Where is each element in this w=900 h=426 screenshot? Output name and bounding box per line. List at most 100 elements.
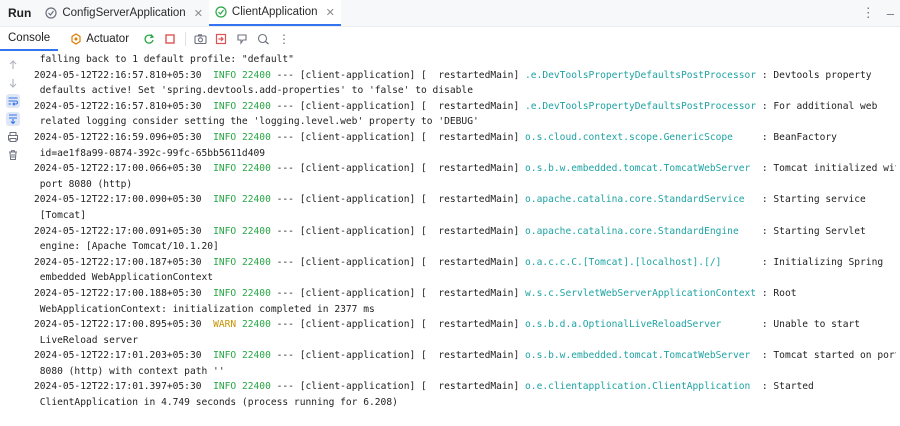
tab-console[interactable]: Console: [0, 27, 59, 51]
minimize-icon[interactable]: –: [887, 6, 894, 21]
log-message: : Started: [756, 381, 814, 393]
tab-label: ConfigServerApplication: [62, 7, 186, 19]
more-options-icon[interactable]: ⋮: [862, 5, 875, 21]
log-level: INFO: [213, 163, 237, 175]
log-pid: 22400: [241, 163, 271, 175]
log-logger: o.apache.catalina.core.StandardService: [525, 194, 757, 206]
log-timestamp: 2024-05-12T22:17:00.188+05:30: [34, 287, 202, 299]
log-pid: 22400: [241, 194, 271, 206]
log-continuation-text: engine: [Apache Tomcat/10.1.20]: [34, 241, 219, 253]
log-pid: 22400: [241, 100, 271, 112]
log-continuation-text: embedded WebApplicationContext: [34, 272, 214, 284]
log-line: engine: [Apache Tomcat/10.1.20]: [34, 239, 896, 255]
log-timestamp: 2024-05-12T22:16:57.810+05:30: [34, 69, 202, 81]
log-continuation-text: falling back to 1 default profile: "defa…: [34, 54, 294, 65]
log-timestamp: 2024-05-12T22:17:00.066+05:30: [34, 163, 202, 175]
run-label: Run: [8, 6, 32, 20]
log-level: INFO: [213, 194, 237, 206]
log-continuation-text: WebApplicationContext: initialization co…: [34, 303, 375, 315]
log-pid: 22400: [241, 319, 271, 331]
log-thread: --- [client-application] [ restartedMain…: [270, 69, 526, 81]
log-logger: o.s.b.d.a.OptionalLiveReloadServer: [525, 319, 757, 331]
log-message: : Starting Servlet: [756, 225, 866, 237]
rerun-icon[interactable]: [142, 32, 156, 46]
close-icon[interactable]: ✕: [194, 7, 203, 20]
restore-layout-icon[interactable]: [214, 32, 228, 46]
tab-client-application[interactable]: ClientApplication ✕: [208, 0, 341, 26]
log-line: related logging consider setting the 'lo…: [34, 114, 896, 130]
log-line: id=ae1f8a99-0874-392c-99fc-65bb5611d409: [34, 146, 896, 162]
trash-icon[interactable]: [6, 148, 20, 162]
debug-settings-icon[interactable]: [256, 32, 270, 46]
log-level: WARN: [213, 319, 237, 331]
log-line: LiveReload server: [34, 333, 896, 349]
log-message: : Devtools property: [756, 69, 872, 81]
soft-wrap-icon[interactable]: [6, 94, 20, 108]
tab-config-server-application[interactable]: ConfigServerApplication ✕: [39, 0, 209, 26]
log-level: INFO: [213, 287, 237, 299]
log-logger: .e.DevToolsPropertyDefaultsPostProcessor: [525, 69, 757, 81]
log-line: 2024-05-12T22:17:00.187+05:30 INFO 22400…: [34, 255, 896, 271]
log-timestamp: 2024-05-12T22:17:00.090+05:30: [34, 194, 202, 206]
log-line: 2024-05-12T22:17:01.397+05:30 INFO 22400…: [34, 379, 896, 395]
log-line: 2024-05-12T22:16:59.096+05:30 INFO 22400…: [34, 130, 896, 146]
more-vertical-icon[interactable]: ⋮: [277, 32, 291, 46]
console-side-toolbar: [0, 52, 26, 426]
log-thread: --- [client-application] [ restartedMain…: [270, 131, 526, 143]
log-thread: --- [client-application] [ restartedMain…: [270, 381, 526, 393]
log-line: ClientApplication in 4.749 seconds (proc…: [34, 395, 896, 411]
close-icon[interactable]: ✕: [326, 6, 335, 19]
log-message: : Root: [756, 287, 797, 299]
log-line: 2024-05-12T22:17:00.066+05:30 INFO 22400…: [34, 161, 896, 177]
log-level: INFO: [213, 381, 237, 393]
tab-actuator[interactable]: Actuator: [64, 33, 135, 45]
stop-icon[interactable]: [163, 32, 177, 46]
log-thread: --- [client-application] [ restartedMain…: [270, 256, 526, 268]
run-tool-window-header: Run ConfigServerApplication ✕ ClientAppl…: [0, 0, 900, 27]
log-level: INFO: [213, 350, 237, 362]
log-line: [Tomcat]: [34, 208, 896, 224]
log-timestamp: 2024-05-12T22:16:59.096+05:30: [34, 131, 202, 143]
scroll-to-end-icon[interactable]: [6, 112, 20, 126]
log-line: 2024-05-12T22:17:00.895+05:30 WARN 22400…: [34, 317, 896, 333]
scroll-up-icon[interactable]: [6, 58, 20, 72]
log-pid: 22400: [241, 381, 271, 393]
log-level: INFO: [213, 69, 237, 81]
log-thread: --- [client-application] [ restartedMain…: [270, 194, 526, 206]
log-pid: 22400: [241, 256, 271, 268]
actuator-icon: [71, 33, 81, 45]
scroll-down-icon[interactable]: [6, 76, 20, 90]
log-message: : For additional web: [756, 100, 878, 112]
toolbar-divider: [185, 32, 187, 46]
log-continuation-text: port 8080 (http): [34, 178, 133, 190]
log-pid: 22400: [241, 287, 271, 299]
camera-icon[interactable]: [193, 32, 207, 46]
console-toolbar: Console Actuator ⋮: [0, 27, 900, 51]
spring-app-icon: [215, 6, 227, 18]
log-level: INFO: [213, 131, 237, 143]
log-logger: .e.DevToolsPropertyDefaultsPostProcessor: [525, 100, 757, 112]
log-logger: o.apache.catalina.core.StandardEngine: [525, 225, 757, 237]
log-logger: w.s.c.ServletWebServerApplicationContext: [525, 287, 757, 299]
log-timestamp: 2024-05-12T22:17:00.187+05:30: [34, 256, 202, 268]
log-timestamp: 2024-05-12T22:17:00.091+05:30: [34, 225, 202, 237]
console-output[interactable]: falling back to 1 default profile: "defa…: [34, 52, 896, 420]
log-logger: o.a.c.c.C.[Tomcat].[localhost].[/]: [525, 256, 757, 268]
log-line: 2024-05-12T22:17:00.188+05:30 INFO 22400…: [34, 286, 896, 302]
log-continuation-text: related logging consider setting the 'lo…: [34, 116, 479, 128]
console-label: Console: [8, 32, 51, 44]
log-thread: --- [client-application] [ restartedMain…: [270, 225, 526, 237]
log-line: 8080 (http) with context path '': [34, 364, 896, 380]
log-continuation-text: 8080 (http) with context path '': [34, 365, 225, 377]
log-logger: o.s.cloud.context.scope.GenericScope: [525, 131, 757, 143]
log-timestamp: 2024-05-12T22:17:01.203+05:30: [34, 350, 202, 362]
log-thread: --- [client-application] [ restartedMain…: [270, 319, 526, 331]
dump-threads-icon[interactable]: [235, 32, 249, 46]
log-line: 2024-05-12T22:17:00.091+05:30 INFO 22400…: [34, 224, 896, 240]
top-right-actions: ⋮ –: [862, 0, 894, 26]
log-level: INFO: [213, 256, 237, 268]
log-thread: --- [client-application] [ restartedMain…: [270, 287, 526, 299]
log-message: : Initializing Spring: [756, 256, 884, 268]
print-icon[interactable]: [6, 130, 20, 144]
log-line: falling back to 1 default profile: "defa…: [34, 52, 896, 68]
